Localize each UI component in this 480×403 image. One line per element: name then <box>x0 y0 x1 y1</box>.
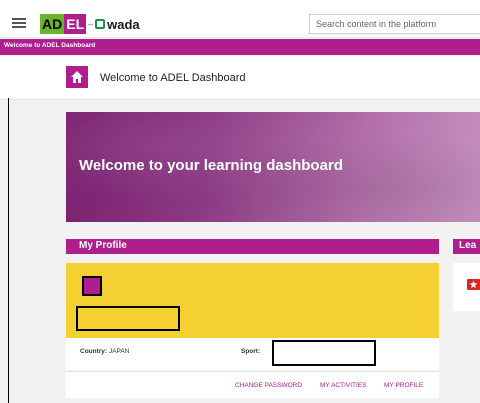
sport-label: Sport: <box>241 348 261 355</box>
logo-ad: AD <box>40 14 65 34</box>
page-header: Welcome to ADEL Dashboard <box>0 56 480 100</box>
adel-wada-logo[interactable]: AD EL – wada <box>40 13 140 35</box>
my-activities-link[interactable]: MY ACTIVITIES <box>320 382 366 389</box>
avatar <box>82 276 102 296</box>
profile-info-row: Country: JAPAN Sport: <box>66 338 439 370</box>
search-input[interactable]: Search content in the platform <box>309 14 480 34</box>
hamburger-menu-icon[interactable] <box>12 16 26 30</box>
country-value: JAPAN <box>108 348 130 355</box>
left-edge-line <box>8 98 9 403</box>
page-title: Welcome to ADEL Dashboard <box>100 72 246 84</box>
home-icon <box>71 71 83 83</box>
my-profile-link[interactable]: MY PROFILE <box>384 382 423 389</box>
redacted-sport-box <box>272 340 376 366</box>
breadcrumb-bar: Welcome to ADEL Dashboard <box>0 39 480 55</box>
my-profile-header: My Profile <box>66 239 439 254</box>
logo-dash: – <box>88 19 94 29</box>
learning-card[interactable] <box>453 263 480 311</box>
redacted-name-box <box>76 306 180 331</box>
welcome-banner: Welcome to your learning dashboard <box>66 112 480 222</box>
learning-title: Lea <box>459 240 477 251</box>
breadcrumb-label: Welcome to ADEL Dashboard <box>4 42 96 49</box>
wada-mark-icon <box>95 19 106 29</box>
profile-actions: CHANGE PASSWORD MY ACTIVITIES MY PROFILE <box>66 371 439 398</box>
top-overlay <box>0 0 480 10</box>
home-button[interactable] <box>66 66 88 88</box>
top-bar: AD EL – wada Search content in the platf… <box>0 10 480 38</box>
country-label: Country: <box>80 348 108 355</box>
star-badge-icon <box>467 279 480 290</box>
sport-field: Sport: <box>241 348 260 355</box>
country-field: Country: JAPAN <box>80 348 129 355</box>
my-profile-title: My Profile <box>79 240 127 251</box>
banner-headline: Welcome to your learning dashboard <box>79 157 343 174</box>
page: AD EL – wada Search content in the platf… <box>0 0 480 403</box>
logo-el: EL <box>64 14 87 34</box>
logo-wada: wada <box>107 16 140 32</box>
learning-header: Lea <box>453 239 480 254</box>
change-password-link[interactable]: CHANGE PASSWORD <box>235 382 302 389</box>
profile-card <box>66 263 439 338</box>
